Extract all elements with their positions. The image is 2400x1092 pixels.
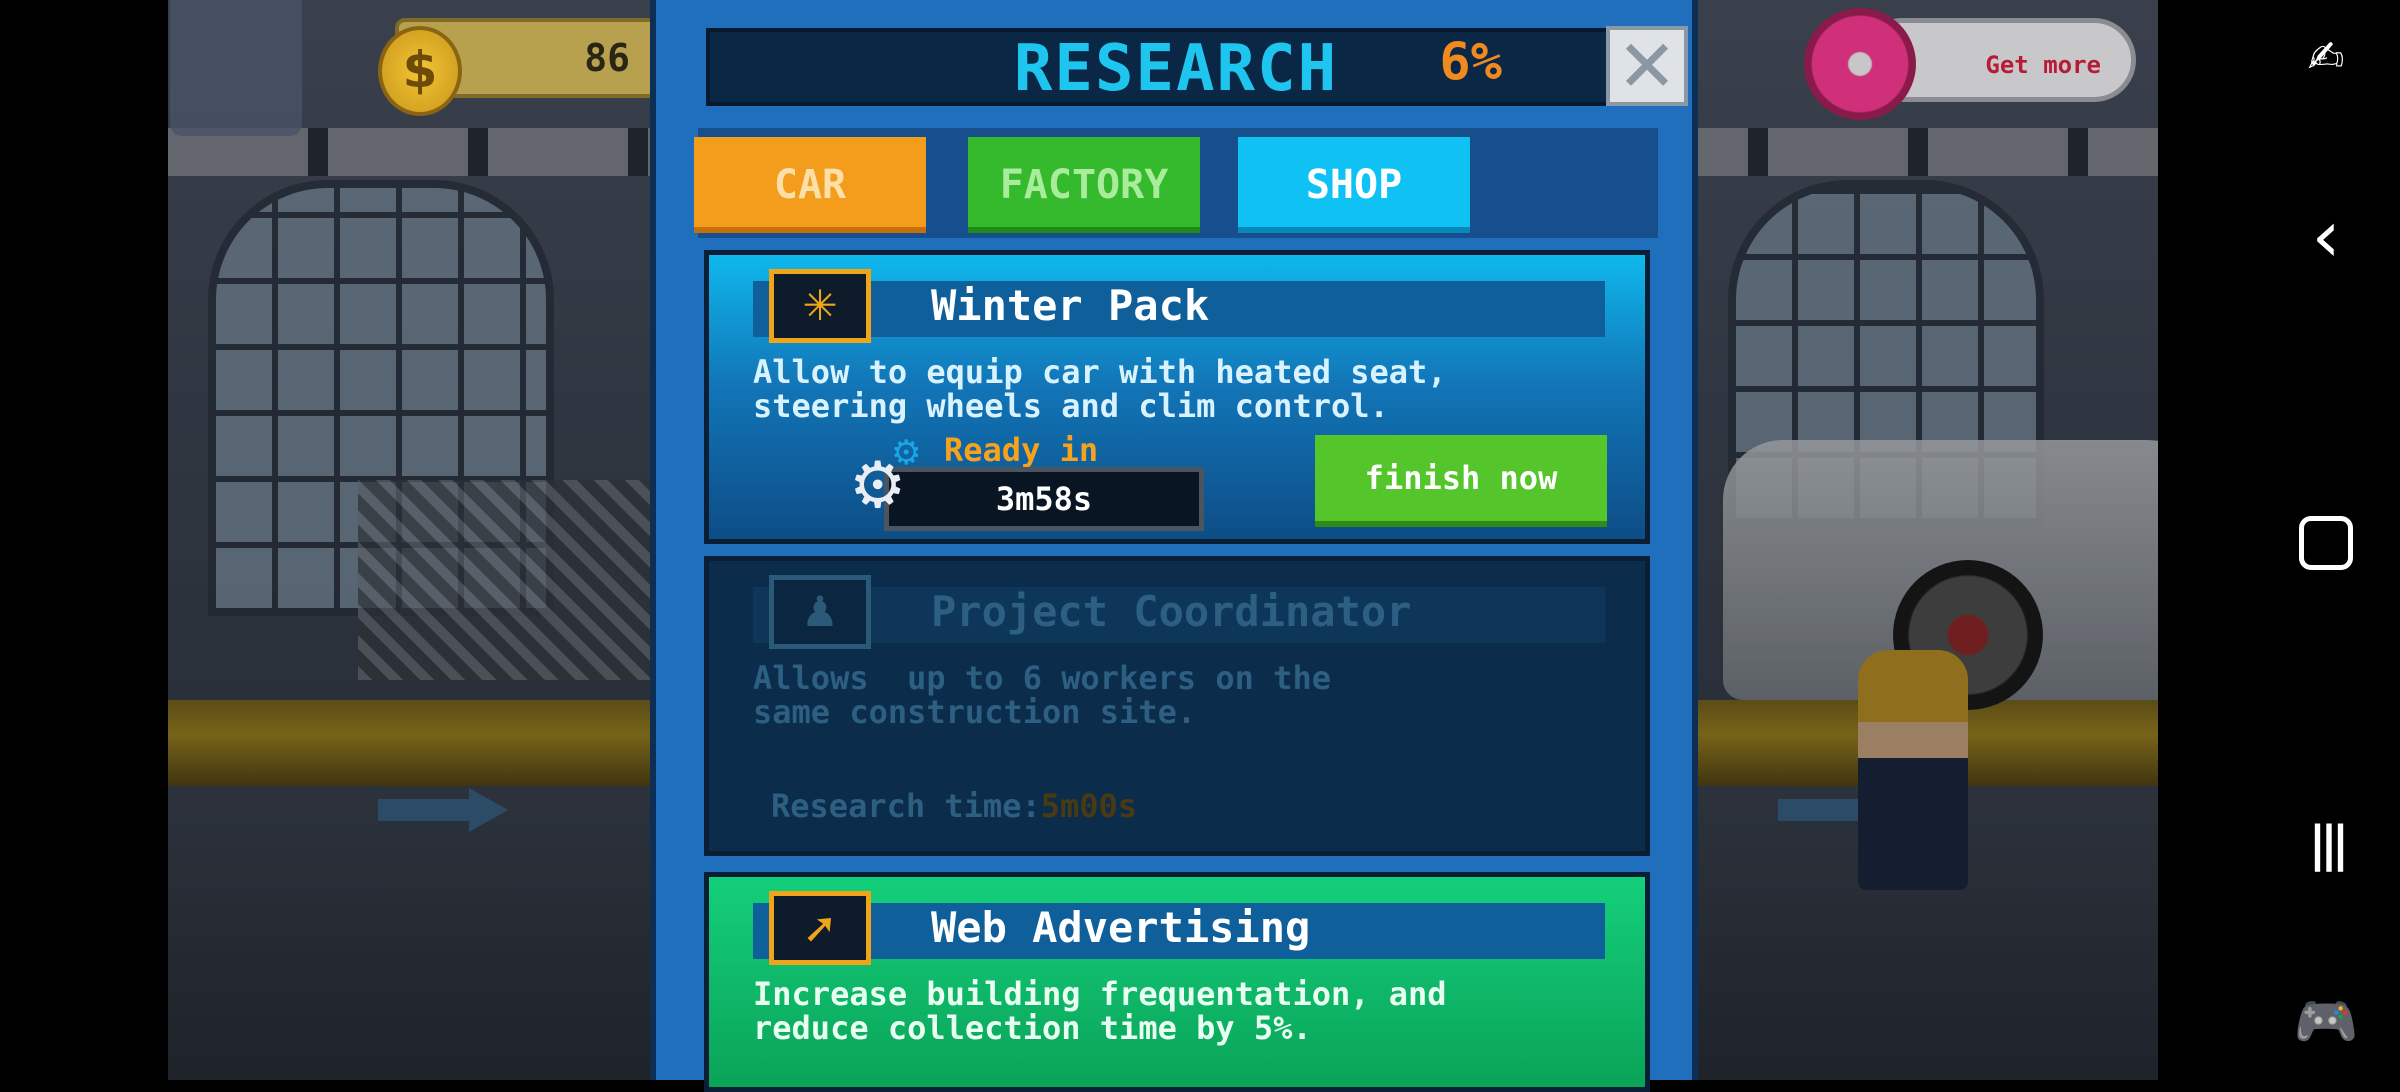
- research-item-description: Increase building frequentation, and red…: [753, 975, 1447, 1047]
- ready-label: Ready in: [944, 431, 1099, 469]
- worker-icon: ♟: [769, 575, 871, 649]
- research-item-title: Web Advertising: [931, 903, 1311, 952]
- donut-icon[interactable]: [1804, 8, 1916, 120]
- tab-shop[interactable]: SHOP: [1238, 137, 1470, 233]
- research-timer: 3m58s: [884, 467, 1204, 531]
- snowflake-icon: ✳: [769, 269, 871, 343]
- back-button[interactable]: ‹: [2290, 200, 2362, 272]
- research-time-label: Research time:: [771, 787, 1041, 825]
- home-icon: [2299, 515, 2353, 570]
- research-title: RESEARCH: [1013, 32, 1339, 106]
- research-item-title: Project Coordinator: [931, 587, 1412, 636]
- finish-now-button[interactable]: finish now: [1315, 435, 1607, 527]
- research-panel: RESEARCH 6% ✕ CAR FACTORY SHOP ✳ Winter …: [650, 0, 1698, 1092]
- player-avatar[interactable]: [170, 0, 302, 136]
- research-item-description: Allow to equip car with heated seat, ste…: [753, 353, 1447, 425]
- web-cursor-icon: ➚: [769, 891, 871, 965]
- tab-factory[interactable]: FACTORY: [968, 137, 1200, 233]
- research-item-title: Winter Pack: [931, 281, 1210, 330]
- coin-value: 86: [584, 36, 630, 80]
- home-button[interactable]: [2290, 504, 2362, 576]
- small-gear-icon: ⚙: [891, 433, 922, 473]
- game-launcher-icon[interactable]: 🎮: [2290, 986, 2362, 1058]
- research-percent: 6%: [1439, 32, 1502, 92]
- close-button[interactable]: ✕: [1606, 26, 1688, 106]
- research-item-web-advertising[interactable]: ➚ Web Advertising Increase building freq…: [704, 872, 1650, 1092]
- research-item-winter-pack[interactable]: ✳ Winter Pack Allow to equip car with he…: [704, 250, 1650, 544]
- research-time-value: 5m00s: [1040, 787, 1138, 825]
- coin-icon: $: [378, 26, 462, 116]
- research-header: RESEARCH 6%: [706, 28, 1646, 106]
- research-item-description: Allows up to 6 workers on the same const…: [753, 659, 1331, 731]
- screenshot-tool-icon[interactable]: ✍: [2290, 22, 2362, 94]
- tab-car[interactable]: CAR: [694, 137, 926, 233]
- recents-button[interactable]: |||: [2290, 808, 2362, 880]
- research-item-project-coordinator[interactable]: ♟ Project Coordinator Allows up to 6 wor…: [704, 556, 1650, 856]
- research-time: Research time:5m00s: [771, 787, 1137, 825]
